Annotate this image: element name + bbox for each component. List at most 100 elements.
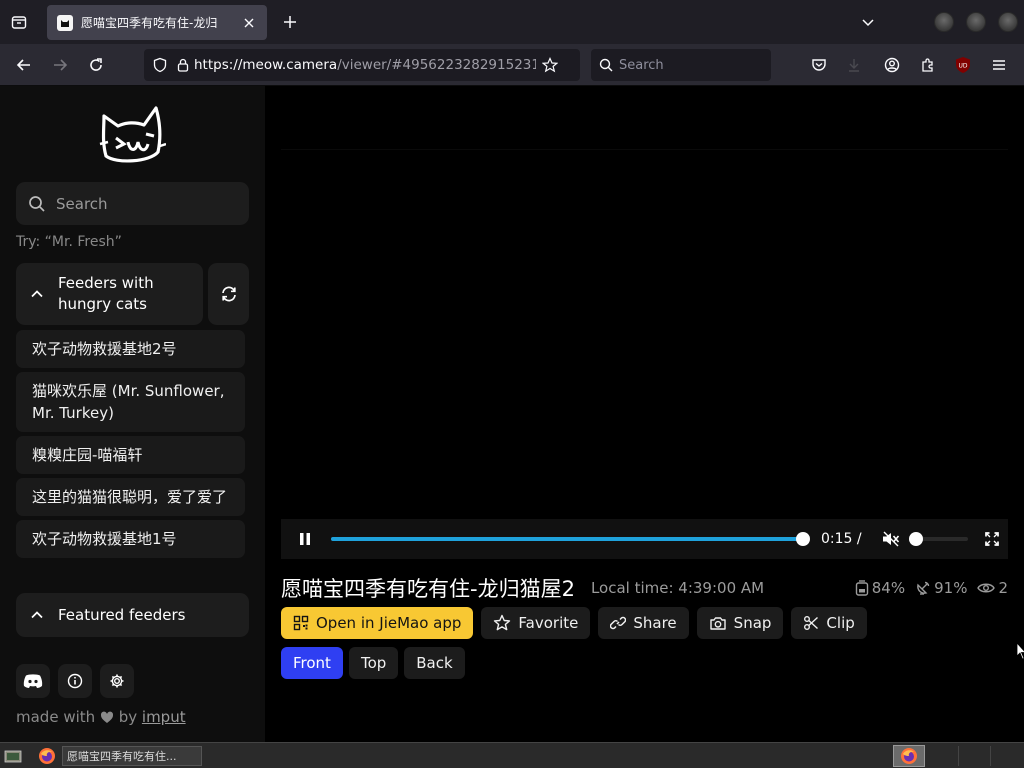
feeder-item[interactable]: 欢子动物救援基地1号 — [16, 520, 245, 558]
url-bar[interactable]: https://meow.camera/viewer/#495622328291… — [144, 49, 580, 81]
refresh-feeders-button[interactable] — [208, 263, 249, 325]
download-icon[interactable] — [843, 54, 865, 76]
food-bin-icon — [855, 580, 869, 596]
imput-link[interactable]: imput — [142, 708, 186, 726]
back-arrow-icon[interactable] — [13, 54, 35, 76]
progress-fill — [331, 537, 803, 541]
lock-icon[interactable] — [176, 58, 190, 72]
feeder-item[interactable]: 猫咪欢乐屋 (Mr. Sunflower, Mr. Turkey) — [16, 372, 245, 432]
camera-actions: Open in JieMao app Favorite Share Snap C… — [281, 607, 867, 639]
share-button[interactable]: Share — [598, 607, 689, 639]
food-level-value: 84% — [871, 579, 906, 597]
hungry-feeder-list: 欢子动物救援基地2号 猫咪欢乐屋 (Mr. Sunflower, Mr. Tur… — [16, 330, 249, 562]
open-in-app-button[interactable]: Open in JieMao app — [281, 607, 474, 639]
tab-list-icon[interactable] — [8, 11, 30, 33]
hungry-feeders-label: Feeders with hungry cats — [58, 274, 154, 313]
bookmark-star-icon[interactable] — [542, 57, 558, 73]
extensions-puzzle-icon[interactable] — [917, 54, 939, 76]
taskbar-separator — [958, 746, 959, 766]
url-path: /viewer/#4956223282915231259 — [337, 57, 536, 73]
taskbar-firefox-active-icon[interactable] — [893, 745, 925, 767]
shield-icon[interactable] — [152, 57, 168, 73]
camera-title-row: 愿喵宝四季有吃有住-龙归猫屋2 Local time: 4:39:00 AM 8… — [281, 574, 1024, 602]
favorite-button[interactable]: Favorite — [481, 607, 591, 639]
chevron-up-icon — [30, 287, 44, 301]
satellite-dish-icon — [915, 580, 931, 596]
reload-icon[interactable] — [85, 54, 107, 76]
made-with-text: made with — [16, 708, 96, 726]
volume-handle[interactable] — [908, 532, 923, 546]
account-icon[interactable] — [881, 54, 903, 76]
gear-icon[interactable] — [100, 664, 134, 698]
forward-arrow-icon[interactable] — [49, 54, 71, 76]
sidebar-search[interactable] — [16, 182, 249, 225]
made-with-footer: made with by imput — [16, 708, 186, 728]
close-window-button[interactable] — [998, 12, 1018, 32]
os-taskbar: 愿喵宝四季有吃有住... — [0, 742, 1024, 768]
meow-camera-logo-icon[interactable] — [98, 104, 167, 166]
firefox-icon[interactable] — [36, 746, 58, 766]
close-tab-icon[interactable] — [241, 15, 257, 31]
progress-bar[interactable] — [331, 532, 810, 546]
info-icon[interactable] — [58, 664, 92, 698]
progress-handle[interactable] — [796, 532, 810, 546]
food-level-stat: 84% — [855, 579, 905, 597]
browser-search-bar[interactable] — [591, 49, 771, 81]
search-icon — [28, 195, 46, 213]
feeder-item[interactable]: 这里的猫猫很聪明，爱了爱了 — [16, 478, 245, 516]
tab-title: 愿喵宝四季有吃有住-龙归 — [81, 16, 218, 30]
hungry-feeders-section-toggle[interactable]: Feeders with hungry cats — [16, 263, 203, 325]
taskbar-window-button[interactable]: 愿喵宝四季有吃有住... — [62, 746, 202, 766]
url-text[interactable]: https://meow.camera/viewer/#495622328291… — [194, 57, 536, 73]
browser-nav-bar: https://meow.camera/viewer/#495622328291… — [0, 44, 1024, 86]
taskbar-window-title: 愿喵宝四季有吃有住... — [67, 750, 177, 763]
minimize-window-button[interactable] — [934, 12, 954, 32]
search-icon — [599, 58, 613, 72]
svg-text:UD: UD — [958, 63, 967, 70]
browser-search-input[interactable] — [619, 57, 759, 73]
link-icon — [610, 615, 627, 631]
view-top-button[interactable]: Top — [348, 647, 399, 679]
featured-feeders-section-toggle[interactable]: Featured feeders — [16, 593, 249, 637]
camera-stats: 84% 91% 2 — [849, 579, 1008, 597]
open-in-app-label: Open in JieMao app — [316, 614, 462, 632]
star-icon — [493, 614, 511, 632]
sidebar-search-input[interactable] — [56, 194, 236, 213]
pause-icon[interactable] — [295, 529, 315, 549]
url-host: https://meow.camera — [194, 57, 338, 73]
sidebar-footer-icons — [16, 664, 134, 698]
snap-label: Snap — [733, 614, 772, 632]
refresh-icon — [220, 285, 238, 303]
ublock-shield-icon[interactable]: UD — [952, 54, 974, 76]
discord-icon[interactable] — [16, 664, 50, 698]
view-front-button[interactable]: Front — [281, 647, 343, 679]
scissors-icon — [803, 615, 819, 631]
by-text: by — [118, 708, 138, 726]
hamburger-menu-icon[interactable] — [988, 54, 1010, 76]
signal-level-stat: 91% — [915, 579, 967, 597]
chevron-down-icon[interactable] — [858, 12, 878, 32]
muted-speaker-icon[interactable] — [880, 528, 902, 550]
clip-label: Clip — [826, 614, 855, 632]
taskbar-separator — [990, 746, 991, 766]
clip-button[interactable]: Clip — [791, 607, 867, 639]
view-back-button[interactable]: Back — [404, 647, 465, 679]
featured-feeders-label: Featured feeders — [58, 605, 186, 624]
feeder-item[interactable]: 欢子动物救援基地2号 — [16, 330, 245, 368]
cat-favicon-icon — [57, 14, 73, 31]
volume-slider[interactable] — [908, 532, 968, 546]
playback-time: 0:15 / — [821, 531, 862, 547]
camera-icon — [709, 615, 727, 631]
favorite-label: Favorite — [518, 614, 579, 632]
pocket-icon[interactable] — [808, 54, 830, 76]
feeder-item[interactable]: 糗糗庄园-喵福轩 — [16, 436, 245, 474]
desktop-folder-icon[interactable] — [2, 746, 24, 766]
active-tab[interactable]: 愿喵宝四季有吃有住-龙归 — [47, 5, 267, 40]
snap-button[interactable]: Snap — [696, 607, 784, 639]
share-label: Share — [633, 614, 677, 632]
fullscreen-icon[interactable] — [982, 529, 1002, 549]
camera-video[interactable] — [281, 149, 1008, 519]
maximize-window-button[interactable] — [966, 12, 986, 32]
new-tab-icon[interactable] — [280, 12, 300, 32]
camera-title: 愿喵宝四季有吃有住-龙归猫屋2 — [281, 577, 575, 601]
